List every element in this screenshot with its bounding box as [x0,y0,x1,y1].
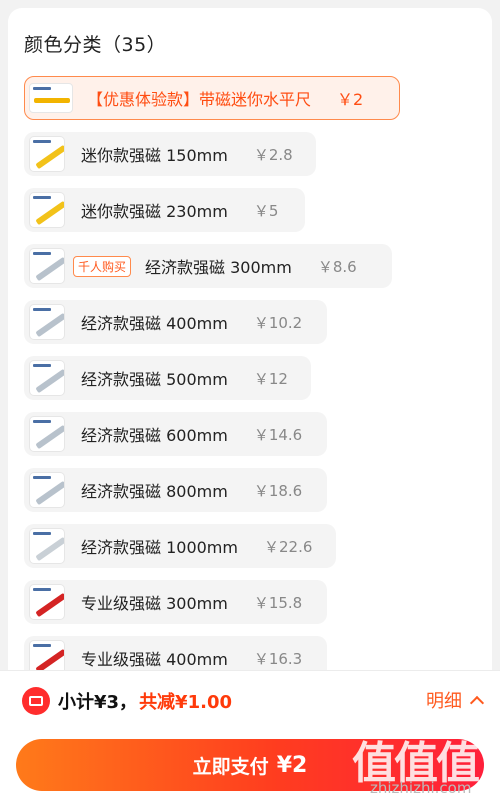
sku-option-label: 经济款强磁 400mm [81,314,228,333]
sku-option-4[interactable]: 经济款强磁 400mm ￥10.2 [24,300,327,344]
sku-option-2[interactable]: 迷你款强磁 230mm ￥5 [24,188,305,232]
coupon-icon [22,687,50,715]
sku-thumbnail [29,584,65,620]
sku-thumbnail [29,304,65,340]
level-ruler-image [34,98,70,103]
subtotal-text: 小计¥3， [58,692,138,713]
sku-option-price: ￥15.8 [253,593,303,612]
sku-option-price: ￥2.8 [253,145,293,164]
pay-now-button[interactable]: 立即支付 ¥2 [16,739,484,791]
sku-option-label: 专业级强磁 300mm [81,594,228,613]
sku-selector-sheet: 颜色分类（35） 【优惠体验款】带磁迷你水平尺 ￥2 迷你款强磁 150mm ￥… [8,8,492,670]
sku-thumbnail [29,416,65,452]
sku-option-price: ￥14.6 [253,425,303,444]
sku-option-price: ￥2 [337,90,364,109]
detail-label: 明细 [426,691,462,712]
sku-option-price: ￥22.6 [263,537,313,556]
sku-thumbnail [29,640,65,670]
sku-option-3[interactable]: 千人购买 经济款强磁 300mm ￥8.6 [24,244,392,288]
sku-thumbnail [29,248,65,284]
sku-option-label: 经济款强磁 1000mm [81,538,238,557]
sku-option-label: 【优惠体验款】带磁迷你水平尺 [87,90,312,109]
sku-option-price: ￥10.2 [253,313,303,332]
sku-thumbnail [29,528,65,564]
sku-thumbnail [29,472,65,508]
discount-text: 共减¥1.00 [139,692,232,713]
sku-option-price: ￥12 [253,369,288,388]
sku-option-price: ￥8.6 [317,257,357,276]
sku-option-0[interactable]: 【优惠体验款】带磁迷你水平尺 ￥2 [24,76,400,120]
order-summary: 小计¥3， 共减¥1.00 [22,687,232,715]
sku-option-label: 经济款强磁 800mm [81,482,228,501]
sku-option-6[interactable]: 经济款强磁 600mm ￥14.6 [24,412,327,456]
color-category-title: 颜色分类（35） [24,34,167,56]
sku-option-price: ￥5 [253,201,279,220]
sku-option-label: 经济款强磁 300mm [145,258,292,277]
sku-option-price: ￥16.3 [253,649,303,668]
sku-option-label: 经济款强磁 600mm [81,426,228,445]
pay-button-price: ¥2 [276,752,308,778]
sku-thumbnail [29,360,65,396]
sku-option-label: 迷你款强磁 150mm [81,146,228,165]
sku-thumbnail [29,192,65,228]
sku-option-label: 经济款强磁 500mm [81,370,228,389]
sku-option-label: 专业级强磁 400mm [81,650,228,669]
sku-option-5[interactable]: 经济款强磁 500mm ￥12 [24,356,311,400]
checkout-footer: 小计¥3， 共减¥1.00 明细 立即支付 ¥2 值值值 zhizhizhi.c… [0,670,500,811]
chevron-up-icon [469,695,485,710]
sku-option-1[interactable]: 迷你款强磁 150mm ￥2.8 [24,132,316,176]
detail-toggle[interactable]: 明细 [426,687,485,713]
popular-badge: 千人购买 [73,255,132,277]
sku-option-7[interactable]: 经济款强磁 800mm ￥18.6 [24,468,327,512]
sku-option-8[interactable]: 经济款强磁 1000mm ￥22.6 [24,524,336,568]
pay-button-label: 立即支付 [192,755,269,778]
sku-option-label: 迷你款强磁 230mm [81,202,228,221]
sku-option-price: ￥18.6 [253,481,303,500]
sku-thumbnail [29,136,65,172]
sku-option-10[interactable]: 专业级强磁 400mm ￥16.3 [24,636,327,670]
sku-thumbnail [29,83,73,113]
sku-option-9[interactable]: 专业级强磁 300mm ￥15.8 [24,580,327,624]
